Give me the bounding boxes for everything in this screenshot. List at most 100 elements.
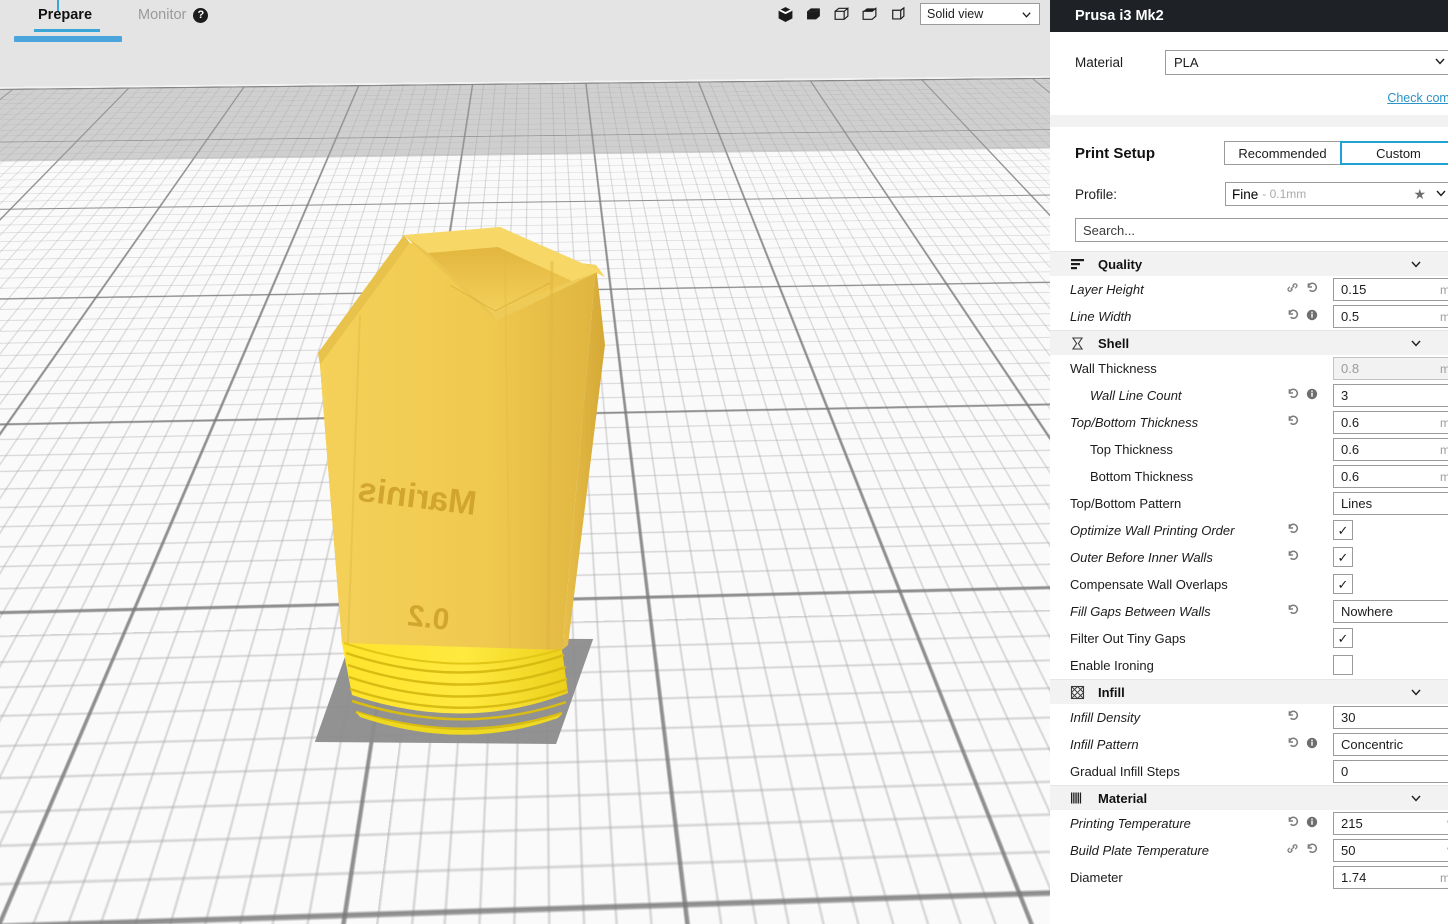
- check-compatibility-link[interactable]: Check compatibility: [1387, 91, 1448, 105]
- svg-text:0.2: 0.2: [406, 599, 451, 637]
- star-icon[interactable]: ★: [1413, 186, 1426, 203]
- info-icon[interactable]: [1306, 815, 1318, 833]
- 3d-viewport[interactable]: Marinis 0.2 Prepare Monitor ? Solid view: [0, 0, 1050, 924]
- help-icon[interactable]: ?: [193, 7, 209, 23]
- setting-row-icons: [1286, 409, 1300, 436]
- setting-select[interactable]: Lines: [1333, 492, 1448, 515]
- info-icon[interactable]: [1306, 308, 1318, 326]
- revert-icon[interactable]: [1286, 386, 1300, 405]
- cura-application-window: Marinis 0.2 Prepare Monitor ? Solid view…: [0, 0, 1448, 924]
- profile-detail: - 0.1mm: [1262, 187, 1307, 201]
- tab-custom[interactable]: Custom: [1340, 141, 1448, 165]
- revert-icon[interactable]: [1286, 708, 1300, 727]
- setting-input[interactable]: 0.15 mm: [1333, 278, 1448, 301]
- setting-row-icons: [1286, 517, 1300, 544]
- setting-value: Lines: [1341, 496, 1373, 511]
- setting-input[interactable]: 30%: [1333, 706, 1448, 729]
- tab-monitor[interactable]: Monitor ?: [122, 0, 224, 30]
- link-icon[interactable]: [1286, 842, 1299, 860]
- revert-icon[interactable]: [1286, 413, 1300, 432]
- setting-label: Enable Ironing: [1070, 658, 1154, 673]
- chevron-down-icon: [1410, 257, 1422, 275]
- setting-row: Gradual Infill Steps 0: [1050, 758, 1448, 785]
- link-icon[interactable]: [1286, 281, 1299, 299]
- setting-value: Concentric: [1341, 737, 1404, 752]
- setting-checkbox[interactable]: [1333, 655, 1353, 675]
- tab-prepare[interactable]: Prepare: [22, 0, 108, 32]
- tab-recommended-label: Recommended: [1238, 145, 1327, 161]
- settings-category-quality[interactable]: Quality: [1050, 251, 1448, 276]
- view-mode-label: Solid view: [927, 7, 984, 21]
- view-right-icon[interactable]: [888, 5, 907, 24]
- info-icon[interactable]: [1306, 387, 1318, 405]
- setting-input[interactable]: 1.74 mm: [1333, 866, 1448, 889]
- setting-unit: mm: [1440, 415, 1448, 430]
- setting-row-icons: [1286, 704, 1300, 731]
- setting-row: Compensate Wall Overlaps ✓: [1050, 571, 1448, 598]
- revert-icon[interactable]: [1305, 841, 1319, 860]
- view-front-icon[interactable]: [804, 5, 823, 24]
- check-icon: ✓: [1337, 576, 1349, 592]
- setting-value: 0.6: [1341, 469, 1360, 484]
- setting-row-icons: [1286, 544, 1300, 571]
- setting-input[interactable]: 50°C: [1333, 839, 1448, 862]
- setting-value: 30: [1341, 710, 1356, 725]
- quality-lines-icon: [1070, 256, 1088, 272]
- 3d-model-object[interactable]: Marinis 0.2: [300, 225, 630, 735]
- setting-unit: mm: [1440, 469, 1448, 484]
- setting-row: Top/Bottom Thickness 0.6 mm: [1050, 409, 1448, 436]
- material-bars-icon: [1070, 790, 1088, 806]
- setting-value: 0.5: [1341, 309, 1360, 324]
- view-top-icon[interactable]: [832, 5, 851, 24]
- view-left-icon[interactable]: [860, 5, 879, 24]
- setting-value: 0: [1341, 764, 1349, 779]
- setting-input[interactable]: 0.5 mm: [1333, 305, 1448, 328]
- setting-label: Layer Height: [1070, 282, 1144, 297]
- view-orientation-toolbar[interactable]: Solid view: [776, 3, 1040, 25]
- setting-select[interactable]: Concentric: [1333, 733, 1448, 756]
- profile-value: Fine: [1232, 186, 1259, 202]
- profile-row: Profile: Fine - 0.1mm ★: [1050, 182, 1448, 206]
- revert-icon[interactable]: [1305, 280, 1319, 299]
- category-label: Shell: [1098, 335, 1130, 351]
- revert-icon[interactable]: [1286, 814, 1300, 833]
- material-section: Material PLA Check compatibility: [1050, 32, 1448, 115]
- setting-checkbox[interactable]: ✓: [1333, 547, 1353, 567]
- printer-name: Prusa i3 Mk2: [1075, 8, 1164, 24]
- setting-input[interactable]: 215°C: [1333, 812, 1448, 835]
- setting-row-icons: [1286, 810, 1318, 837]
- setting-input[interactable]: 0: [1333, 760, 1448, 783]
- setting-checkbox[interactable]: ✓: [1333, 574, 1353, 594]
- setting-input[interactable]: 0.6 mm: [1333, 438, 1448, 461]
- revert-icon[interactable]: [1286, 548, 1300, 567]
- revert-icon[interactable]: [1286, 307, 1300, 326]
- setting-row-icons: [1286, 598, 1300, 625]
- setting-input[interactable]: 0.6 mm: [1333, 411, 1448, 434]
- settings-category-shell[interactable]: Shell: [1050, 330, 1448, 355]
- setting-checkbox[interactable]: ✓: [1333, 520, 1353, 540]
- revert-icon[interactable]: [1286, 521, 1300, 540]
- info-icon[interactable]: [1306, 736, 1318, 754]
- check-icon: ✓: [1337, 630, 1349, 646]
- tab-recommended[interactable]: Recommended: [1224, 141, 1341, 165]
- revert-icon[interactable]: [1286, 602, 1300, 621]
- category-label: Quality: [1098, 256, 1143, 272]
- viewport-tab-bar[interactable]: Prepare Monitor ?: [0, 0, 224, 32]
- profile-dropdown[interactable]: Fine - 0.1mm ★: [1225, 182, 1448, 206]
- setting-label: Top/Bottom Thickness: [1070, 415, 1199, 430]
- setting-checkbox[interactable]: ✓: [1333, 628, 1353, 648]
- setting-input[interactable]: 3: [1333, 384, 1448, 407]
- revert-icon[interactable]: [1286, 735, 1300, 754]
- chevron-down-icon: [1410, 791, 1422, 809]
- settings-category-infill[interactable]: Infill: [1050, 679, 1448, 704]
- view-mode-dropdown[interactable]: Solid view: [920, 3, 1040, 25]
- setting-select[interactable]: Nowhere: [1333, 600, 1448, 623]
- material-dropdown[interactable]: PLA: [1165, 50, 1448, 75]
- setting-row-icons: [1286, 837, 1319, 864]
- settings-category-material[interactable]: Material: [1050, 785, 1448, 810]
- print-setup-mode-tabs[interactable]: Recommended Custom: [1224, 141, 1448, 165]
- view-isometric-icon[interactable]: [776, 5, 795, 24]
- setting-input: 0.8 mm: [1333, 357, 1448, 380]
- setting-input[interactable]: 0.6 mm: [1333, 465, 1448, 488]
- search-input[interactable]: [1075, 218, 1448, 242]
